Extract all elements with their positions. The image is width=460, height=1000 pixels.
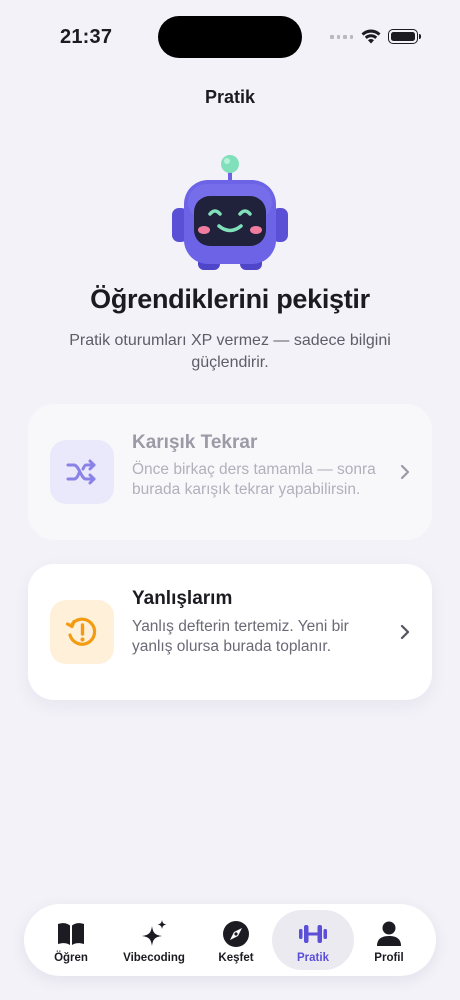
tab-learn-label: Öğren — [54, 952, 88, 964]
sparkles-icon — [142, 920, 167, 946]
hero-subtitle: Pratik oturumları XP vermez — sadece bil… — [69, 332, 391, 371]
compass-icon — [223, 921, 249, 947]
mixed-review-description: Önce birkaç ders tamamla — sonra burada … — [132, 461, 376, 498]
tab-bar: Öğren Vibecoding Keşfet Pratik Profil — [24, 904, 436, 976]
my-mistakes-description: Yanlış defterin tertemiz. Yeni bir yanlı… — [132, 618, 349, 655]
tab-profile-label: Profil — [374, 952, 404, 964]
hero-title: Öğrendiklerini pekiştir — [90, 284, 370, 314]
tab-vibecoding-label: Vibecoding — [123, 952, 185, 964]
book-icon — [58, 923, 84, 945]
tab-practice[interactable]: Pratik — [272, 910, 354, 970]
tab-vibecoding[interactable]: Vibecoding — [112, 910, 196, 970]
tab-explore-label: Keşfet — [218, 952, 254, 964]
mixed-review-card[interactable]: Karışık Tekrar Önce birkaç ders tamamla … — [28, 404, 432, 540]
robot-mascot-icon — [172, 155, 288, 270]
tab-explore[interactable]: Keşfet — [198, 910, 274, 970]
dumbbell-icon — [299, 925, 327, 943]
my-mistakes-title: Yanlışlarım — [132, 588, 233, 609]
chevron-right-icon — [400, 624, 410, 640]
status-bar: 21:37 — [0, 0, 460, 74]
person-icon — [377, 921, 401, 946]
tab-profile[interactable]: Profil — [352, 910, 426, 970]
shuffle-icon — [50, 440, 114, 504]
cellular-signal-icon — [330, 35, 353, 39]
page-title: Pratik — [204, 87, 256, 107]
dynamic-island — [158, 16, 302, 58]
mixed-review-title: Karışık Tekrar — [132, 432, 258, 453]
history-alert-icon — [50, 600, 114, 664]
tab-practice-label: Pratik — [297, 952, 329, 964]
wifi-icon — [361, 29, 381, 44]
tab-learn[interactable]: Öğren — [34, 910, 108, 970]
chevron-right-icon — [400, 464, 410, 480]
battery-icon — [388, 29, 422, 44]
status-time: 21:37 — [60, 26, 113, 48]
my-mistakes-card[interactable]: Yanlışlarım Yanlış defterin tertemiz. Ye… — [28, 564, 432, 700]
